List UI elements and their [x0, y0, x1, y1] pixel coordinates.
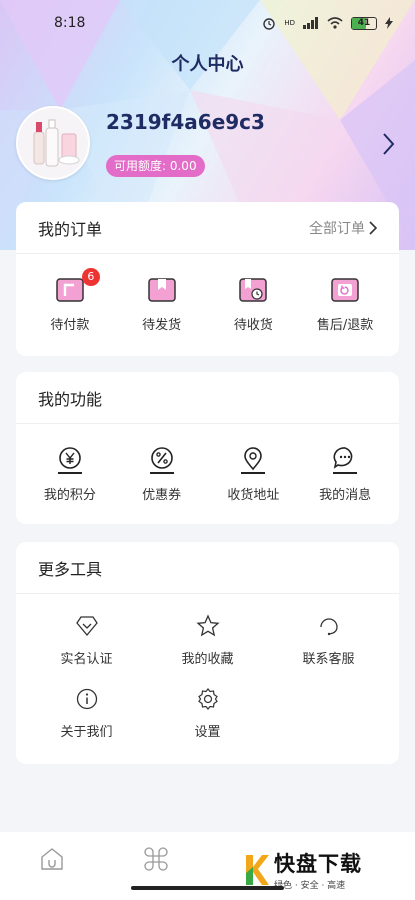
- tools-title: 更多工具: [38, 559, 103, 579]
- function-label: 我的积分: [43, 488, 96, 503]
- delivery-clock-icon: [239, 278, 268, 302]
- watermark-brand: 快盘下载: [274, 852, 362, 876]
- home-icon: [41, 848, 63, 870]
- battery-level: 41: [357, 18, 371, 28]
- gear-icon: [197, 688, 218, 710]
- function-messages[interactable]: 我的消息: [301, 446, 389, 503]
- wallet-icon: [56, 278, 84, 302]
- tool-label: 我的收藏: [181, 652, 234, 667]
- customer-service-icon: [319, 618, 338, 636]
- refund-icon: [331, 278, 359, 302]
- tools-header: 更多工具: [16, 542, 399, 594]
- tools-card: 更多工具 实名认证 我的收藏 联系客服 关于我们 设置: [16, 542, 399, 764]
- function-label: 收货地址: [227, 488, 280, 503]
- star-icon: [195, 614, 220, 637]
- tool-label: 关于我们: [60, 725, 113, 740]
- order-label: 待发货: [142, 318, 182, 333]
- all-orders-label: 全部订单: [309, 220, 365, 237]
- nav-category[interactable]: [126, 846, 186, 872]
- tool-label: 实名认证: [60, 652, 113, 667]
- function-label: 优惠券: [142, 488, 182, 503]
- status-bar: 8:18 HD 41: [0, 0, 415, 46]
- watermark-k-icon: [246, 854, 269, 885]
- battery-icon: 41: [351, 16, 377, 30]
- function-address[interactable]: 收货地址: [209, 446, 297, 503]
- order-label: 待付款: [50, 318, 90, 333]
- info-icon: [76, 688, 97, 710]
- wifi-icon: [327, 17, 343, 29]
- tools-grid: 实名认证 我的收藏 联系客服 关于我们 设置: [16, 594, 399, 760]
- tool-label: 设置: [194, 725, 221, 740]
- tool-favorites[interactable]: 我的收藏: [147, 614, 268, 667]
- username: 2319f4a6e9c3: [106, 110, 265, 134]
- credit-badge: 可用额度: 0.00: [106, 155, 205, 177]
- orders-title: 我的订单: [38, 219, 103, 239]
- verified-diamond-icon: [75, 616, 98, 637]
- functions-card: 我的功能 我的积分 优惠券 收货地址 我的消息: [16, 372, 399, 524]
- watermark-logo: 快盘下载 绿色 · 安全 · 高速: [244, 848, 362, 891]
- charging-icon: [385, 17, 393, 29]
- tool-about-us[interactable]: 关于我们: [26, 687, 147, 740]
- watermark-slogan: 绿色 · 安全 · 高速: [274, 881, 346, 891]
- status-time: 8:18: [54, 15, 86, 31]
- order-after-sales[interactable]: 售后/退款: [301, 276, 389, 333]
- watermark-text: 快盘下载 绿色 · 安全 · 高速: [274, 848, 362, 891]
- orders-grid: 6 待付款 待发货 待收货 售后/退款: [16, 254, 399, 333]
- tool-real-name-verification[interactable]: 实名认证: [26, 614, 147, 667]
- avatar-product-image: [18, 108, 88, 178]
- signal-icon: [303, 17, 318, 29]
- chevron-right-icon: [369, 220, 377, 235]
- order-label: 待收货: [233, 318, 273, 333]
- home-indicator[interactable]: [131, 886, 284, 890]
- functions-header: 我的功能: [16, 372, 399, 424]
- package-icon: [147, 278, 176, 302]
- alarm-icon: [263, 18, 276, 30]
- signal-hd-label: HD: [284, 19, 295, 27]
- order-pending-payment[interactable]: 6 待付款: [26, 268, 114, 333]
- avatar[interactable]: [16, 106, 90, 180]
- message-bubble-icon: [333, 447, 358, 474]
- function-coupons[interactable]: 优惠券: [118, 446, 206, 503]
- location-pin-icon: [241, 447, 266, 474]
- function-label: 我的消息: [319, 488, 372, 503]
- order-pending-receipt[interactable]: 待收货: [209, 276, 297, 333]
- order-label: 售后/退款: [316, 318, 374, 333]
- category-icon: [143, 847, 168, 871]
- profile-detail-chevron-icon[interactable]: [381, 132, 395, 160]
- pending-payment-badge: 6: [81, 268, 100, 286]
- page-title: 个人中心: [171, 54, 244, 75]
- nav-home[interactable]: [22, 846, 82, 872]
- orders-card: 我的订单 全部订单 6 待付款 待发货 待收货 售后/退款: [16, 202, 399, 356]
- order-pending-shipment[interactable]: 待发货: [118, 276, 206, 333]
- yen-coin-icon: [57, 447, 82, 474]
- function-points[interactable]: 我的积分: [26, 446, 114, 503]
- tool-customer-service[interactable]: 联系客服: [268, 614, 389, 667]
- functions-title: 我的功能: [38, 389, 103, 409]
- status-icons: HD 41: [262, 16, 393, 30]
- tool-settings[interactable]: 设置: [147, 687, 268, 740]
- percent-coupon-icon: [149, 447, 174, 474]
- all-orders-link[interactable]: 全部订单: [309, 218, 377, 238]
- functions-grid: 我的积分 优惠券 收货地址 我的消息: [16, 424, 399, 503]
- orders-header: 我的订单 全部订单: [16, 202, 399, 254]
- tool-label: 联系客服: [302, 652, 355, 667]
